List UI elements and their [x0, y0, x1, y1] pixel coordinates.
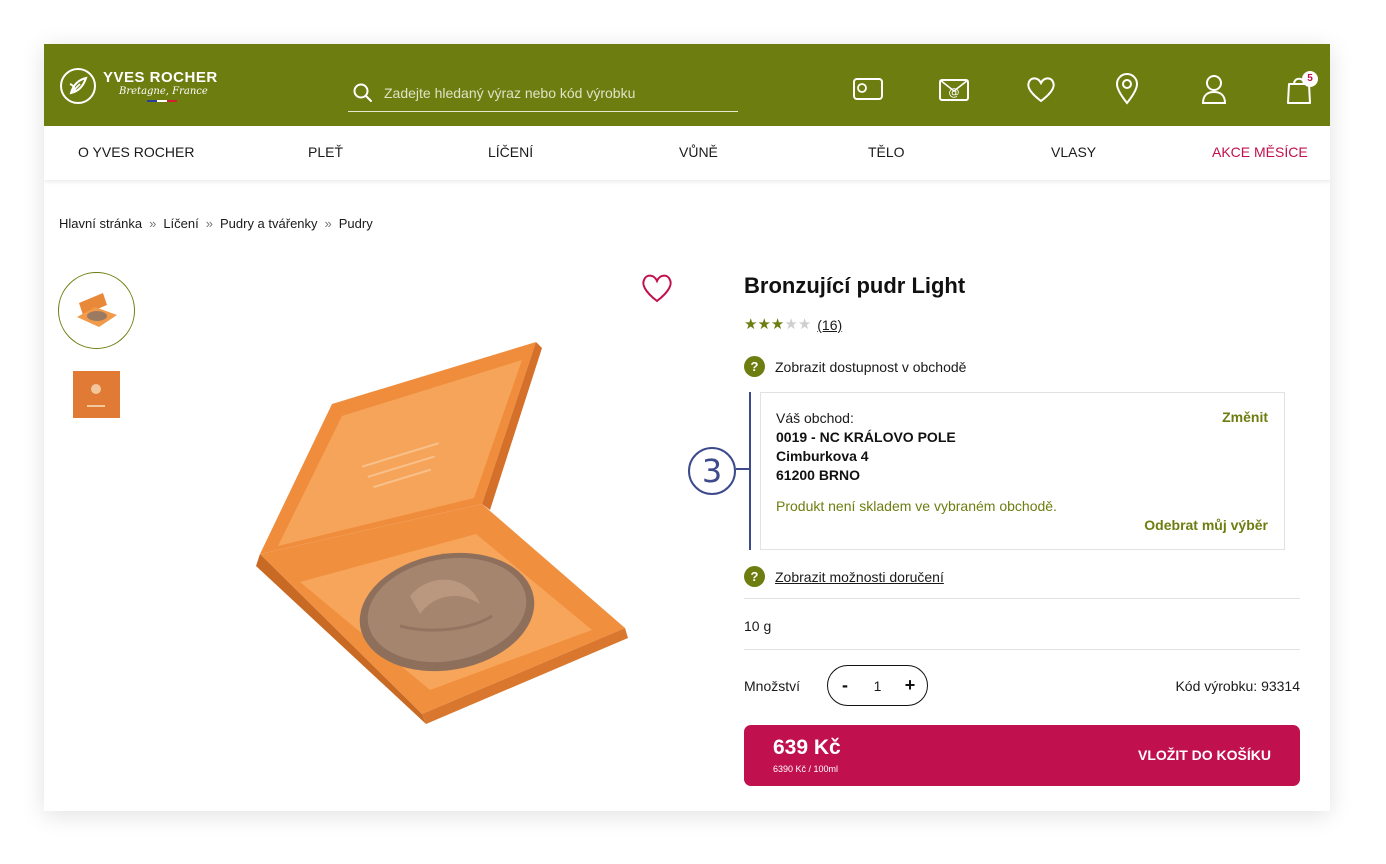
- product-title: Bronzující pudr Light: [744, 273, 966, 298]
- star-rating[interactable]: ★ ★ ★ ★ ★ (16): [744, 316, 842, 334]
- quantity-label: Množství: [744, 678, 801, 694]
- breadcrumb-makeup[interactable]: Líčení: [163, 216, 198, 231]
- product-thumbnail-2[interactable]: [73, 371, 120, 418]
- decrease-quantity-button[interactable]: -: [838, 675, 852, 696]
- divider: [744, 649, 1300, 650]
- breadcrumb-home[interactable]: Hlavní stránka: [59, 216, 142, 231]
- svg-text:@: @: [949, 86, 960, 99]
- brand-name: YVES ROCHER: [103, 69, 218, 86]
- search-icon[interactable]: [352, 82, 374, 104]
- breadcrumb-powders-blush[interactable]: Pudry a tvářenky: [220, 216, 318, 231]
- nav-item-makeup[interactable]: LÍČENÍ: [488, 144, 533, 160]
- gift-card-icon[interactable]: [851, 72, 885, 106]
- brand-logo[interactable]: YVES ROCHER Bretagne, France: [60, 66, 218, 106]
- quantity-value[interactable]: 1: [874, 678, 882, 694]
- product-size: 10 g: [744, 618, 772, 634]
- nav-item-fragrance[interactable]: VŮNĚ: [679, 144, 718, 160]
- unit-price: 6390 Kč / 100ml: [773, 764, 839, 774]
- annotation-step-badge: 3: [688, 447, 736, 495]
- main-navigation: O YVES ROCHER PLEŤ LÍČENÍ VŮNĚ TĚLO VLAS…: [44, 126, 1330, 180]
- product-code: Kód výrobku: 93314: [1175, 678, 1300, 694]
- breadcrumb-separator: »: [149, 216, 157, 231]
- nav-item-body[interactable]: TĚLO: [868, 144, 905, 160]
- cart-count-badge: 5: [1302, 71, 1318, 87]
- add-to-wishlist-heart-icon[interactable]: [640, 272, 674, 306]
- breadcrumb-separator: »: [205, 216, 213, 231]
- change-store-link[interactable]: Změnit: [1222, 409, 1268, 425]
- star-empty-icon: ★: [797, 316, 812, 333]
- quantity-stepper: - 1 +: [827, 665, 928, 706]
- price: 639 Kč: [773, 736, 841, 759]
- star-filled-icon: ★: [770, 316, 785, 333]
- store-street: Cimburkova 4: [776, 448, 869, 464]
- stock-status-message: Produkt není skladem ve vybraném obchodě…: [776, 498, 1057, 514]
- nav-item-skin[interactable]: PLEŤ: [308, 144, 343, 160]
- french-flag-stripe: [147, 100, 177, 102]
- product-image-bronzing-powder: [256, 342, 628, 724]
- annotation-bracket-tick: [736, 468, 749, 470]
- breadcrumb: Hlavní stránka » Líčení » Pudry a tvářen…: [59, 216, 373, 231]
- location-pin-icon[interactable]: [1110, 72, 1144, 106]
- nav-item-hair[interactable]: VLASY: [1051, 144, 1096, 160]
- star-filled-icon: ★: [744, 316, 758, 333]
- browser-page: YVES ROCHER Bretagne, France @: [44, 44, 1330, 811]
- availability-link[interactable]: Zobrazit dostupnost v obchodě: [775, 359, 966, 375]
- star-empty-icon: ★: [784, 316, 798, 333]
- search-bar[interactable]: [348, 74, 738, 112]
- divider: [744, 598, 1300, 599]
- store-name: 0019 - NC KRÁLOVO POLE: [776, 429, 956, 445]
- store-city: 61200 BRNO: [776, 467, 861, 483]
- brand-tagline: Bretagne, France: [119, 86, 208, 97]
- store-label: Váš obchod:: [776, 410, 854, 426]
- delivery-options-link[interactable]: Zobrazit možnosti doručení: [775, 569, 944, 585]
- add-to-cart-button[interactable]: 639 Kč 6390 Kč / 100ml VLOŽIT DO KOŠÍKU: [744, 725, 1300, 786]
- delivery-options[interactable]: ? Zobrazit možnosti doručení: [744, 566, 944, 587]
- selected-store-panel: Váš obchod: 0019 - NC KRÁLOVO POLE Cimbu…: [760, 392, 1285, 550]
- search-input[interactable]: [384, 84, 724, 101]
- newsletter-icon[interactable]: @: [937, 72, 971, 106]
- breadcrumb-separator: »: [324, 216, 332, 231]
- shopping-bag-icon[interactable]: 5: [1282, 71, 1318, 106]
- user-icon[interactable]: [1197, 72, 1231, 106]
- product-thumbnail-1[interactable]: [58, 272, 135, 349]
- store-availability[interactable]: ? Zobrazit dostupnost v obchodě: [744, 356, 966, 377]
- remove-store-selection-link[interactable]: Odebrat můj výběr: [1144, 517, 1268, 533]
- add-to-cart-label: VLOŽIT DO KOŠÍKU: [1138, 747, 1271, 763]
- nav-item-about[interactable]: O YVES ROCHER: [78, 144, 194, 160]
- site-header: YVES ROCHER Bretagne, France @: [44, 44, 1330, 126]
- leaf-logo-icon: [60, 68, 96, 104]
- nav-item-monthly-deals[interactable]: AKCE MĚSÍCE: [1212, 144, 1308, 160]
- increase-quantity-button[interactable]: +: [903, 675, 917, 696]
- breadcrumb-powders[interactable]: Pudry: [339, 216, 373, 231]
- review-count-link[interactable]: (16): [817, 317, 842, 333]
- star-filled-icon: ★: [757, 316, 771, 333]
- heart-icon[interactable]: [1024, 72, 1058, 106]
- annotation-bracket: [749, 392, 751, 550]
- question-icon: ?: [744, 566, 765, 587]
- question-icon: ?: [744, 356, 765, 377]
